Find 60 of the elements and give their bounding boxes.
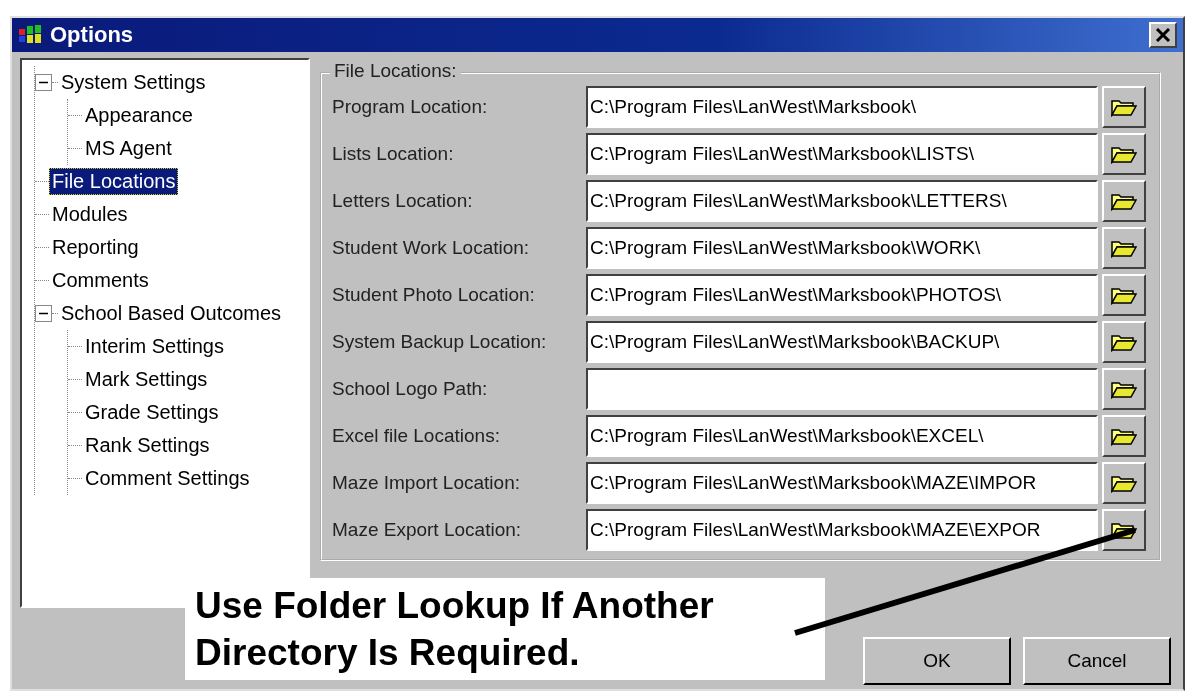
close-button[interactable] bbox=[1149, 22, 1177, 48]
field-label: Program Location: bbox=[332, 96, 489, 118]
browse-button[interactable] bbox=[1102, 133, 1146, 175]
window-title: Options bbox=[50, 22, 135, 48]
tree-item[interactable]: Grade Settings bbox=[82, 399, 222, 426]
path-field[interactable] bbox=[586, 368, 1098, 410]
browse-button[interactable] bbox=[1102, 180, 1146, 222]
browse-button[interactable] bbox=[1102, 321, 1146, 363]
tree-item[interactable]: Interim Settings bbox=[82, 333, 227, 360]
folder-icon bbox=[1111, 332, 1137, 352]
browse-button[interactable] bbox=[1102, 86, 1146, 128]
path-field[interactable]: C:\Program Files\LanWest\Marksbook\WORK\ bbox=[586, 227, 1098, 269]
field-label: Excel file Locations: bbox=[332, 425, 501, 447]
path-field[interactable]: C:\Program Files\LanWest\Marksbook\MAZE\IMPOR bbox=[586, 462, 1098, 504]
browse-button[interactable] bbox=[1102, 462, 1146, 504]
field-label: System Backup Location: bbox=[332, 331, 548, 353]
folder-icon bbox=[1111, 191, 1137, 211]
browse-button[interactable] bbox=[1102, 274, 1146, 316]
path-field[interactable]: C:\Program Files\LanWest\Marksbook\EXCEL\ bbox=[586, 415, 1098, 457]
folder-icon bbox=[1111, 97, 1137, 117]
tree-item[interactable]: Mark Settings bbox=[82, 366, 211, 393]
collapse-icon[interactable] bbox=[35, 305, 52, 322]
tree-item[interactable]: Reporting bbox=[49, 234, 142, 261]
field-label: Maze Export Location: bbox=[332, 519, 523, 541]
tree-item[interactable]: MS Agent bbox=[82, 135, 175, 162]
browse-button[interactable] bbox=[1102, 415, 1146, 457]
folder-icon bbox=[1111, 473, 1137, 493]
folder-icon bbox=[1111, 379, 1137, 399]
dialog-button[interactable]: OK bbox=[863, 637, 1011, 685]
tree-item[interactable]: Rank Settings bbox=[82, 432, 213, 459]
tree-item[interactable]: System Settings bbox=[58, 69, 209, 96]
close-icon bbox=[1155, 28, 1171, 42]
field-label: Student Work Location: bbox=[332, 237, 531, 259]
tree-item[interactable]: Comments bbox=[49, 267, 152, 294]
folder-icon bbox=[1111, 144, 1137, 164]
folder-icon bbox=[1111, 285, 1137, 305]
path-field[interactable]: C:\Program Files\LanWest\Marksbook\BACKUP\ bbox=[586, 321, 1098, 363]
tree-item[interactable]: Appearance bbox=[82, 102, 196, 129]
field-label: Student Photo Location: bbox=[332, 284, 536, 306]
callout-text: Use Folder Lookup If Another Directory Is Required. bbox=[185, 578, 825, 680]
browse-button[interactable] bbox=[1102, 368, 1146, 410]
folder-icon bbox=[1111, 520, 1137, 540]
folder-icon bbox=[1111, 426, 1137, 446]
path-field[interactable]: C:\Program Files\LanWest\Marksbook\PHOTOS\ bbox=[586, 274, 1098, 316]
path-field[interactable]: C:\Program Files\LanWest\Marksbook\LETTERS\ bbox=[586, 180, 1098, 222]
tree-item[interactable]: Modules bbox=[49, 201, 131, 228]
path-field[interactable]: C:\Program Files\LanWest\Marksbook\MAZE\EXPOR bbox=[586, 509, 1098, 551]
collapse-icon[interactable] bbox=[35, 74, 52, 91]
browse-button[interactable] bbox=[1102, 227, 1146, 269]
tree-item[interactable]: School Based Outcomes bbox=[58, 300, 285, 327]
folder-icon bbox=[1111, 238, 1137, 258]
field-label: Letters Location: bbox=[332, 190, 474, 212]
dialog-button[interactable]: Cancel bbox=[1023, 637, 1171, 685]
tree-item[interactable]: File Locations bbox=[49, 168, 179, 195]
field-label: Lists Location: bbox=[332, 143, 455, 165]
field-label: Maze Import Location: bbox=[332, 472, 521, 494]
path-field[interactable]: C:\Program Files\LanWest\Marksbook\ bbox=[586, 86, 1098, 128]
path-field[interactable]: C:\Program Files\LanWest\Marksbook\LISTS\ bbox=[586, 133, 1098, 175]
tree-item[interactable]: Comment Settings bbox=[82, 465, 253, 492]
field-label: School Logo Path: bbox=[332, 378, 489, 400]
